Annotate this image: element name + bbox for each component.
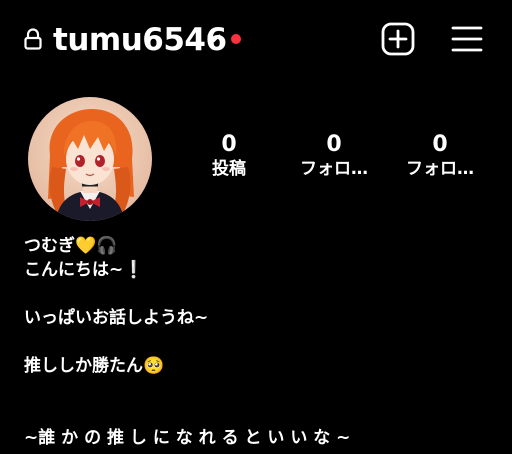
plus-square-icon[interactable] <box>381 22 415 56</box>
bio-line-wish: ~誰 か の 推 し に な れ る と い い な ~ <box>24 428 351 448</box>
profile-header: tumu6546 <box>0 0 512 80</box>
stat-followers[interactable]: 0 フォロ… <box>289 132 379 180</box>
lock-icon <box>24 28 42 50</box>
bio-line-greeting: こんにちは~❕ <box>24 258 494 282</box>
bio-line-oshi: 推ししか勝たん🥺 <box>24 354 494 378</box>
chevron-down-icon[interactable] <box>206 30 222 46</box>
avatar-image <box>28 97 152 221</box>
profile-bio: つむぎ💛🎧 こんにちは~❕ いっぱいお話しようね~ 推ししか勝たん🥺 ~誰 か … <box>24 234 494 450</box>
exclamation-icon: ❕ <box>123 260 145 280</box>
username[interactable]: tumu6546 <box>53 20 227 60</box>
bio-line-name: つむぎ💛🎧 <box>24 234 494 258</box>
following-label: フォロ… <box>406 159 474 179</box>
stat-posts[interactable]: 0 投稿 <box>184 132 274 180</box>
posts-count: 0 <box>221 132 237 157</box>
bio-greeting-text: こんにちは~ <box>24 260 124 280</box>
followers-label: フォロ… <box>300 159 368 179</box>
stat-following[interactable]: 0 フォロ… <box>395 132 485 180</box>
bio-spacer <box>24 330 494 354</box>
avatar[interactable] <box>28 97 152 221</box>
bio-name-text: つむぎ <box>24 236 75 256</box>
yellow-heart-icon: 💛 <box>75 236 97 256</box>
posts-label: 投稿 <box>212 159 246 179</box>
bio-spacer <box>24 378 494 426</box>
followers-count: 0 <box>326 132 342 157</box>
notification-dot <box>231 34 241 44</box>
bio-line-chat: いっぱいお話しようね~ <box>24 308 209 328</box>
following-count: 0 <box>432 132 448 157</box>
pleading-face-icon: 🥺 <box>143 356 165 376</box>
bio-spacer <box>24 282 494 306</box>
headphones-icon: 🎧 <box>96 236 118 256</box>
hamburger-menu-icon[interactable] <box>451 24 483 54</box>
bio-oshi-text: 推ししか勝たん <box>24 356 143 376</box>
